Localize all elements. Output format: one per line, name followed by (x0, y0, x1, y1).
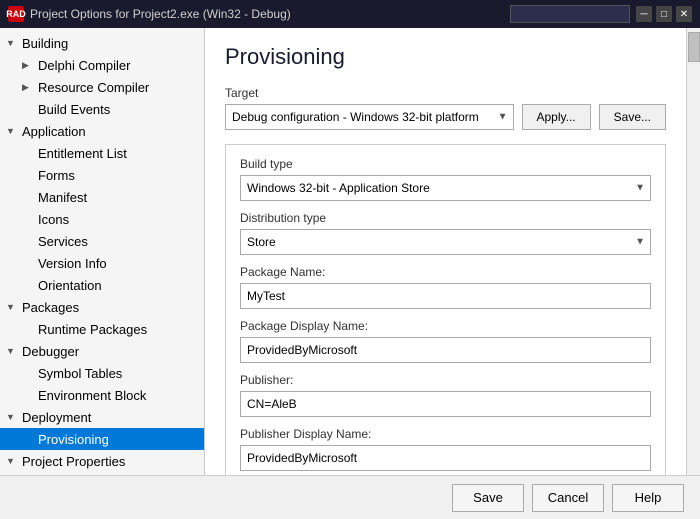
sidebar-item-version-info[interactable]: Version Info (0, 252, 204, 274)
distribution-type-dropdown[interactable]: Store (240, 229, 651, 255)
sidebar-item-label: Environment Block (38, 388, 198, 403)
sidebar-item-forms[interactable]: Forms (0, 164, 204, 186)
sidebar-item-label: Orientation (38, 278, 198, 293)
scrollbar-thumb[interactable] (688, 32, 700, 62)
sidebar-item-label: Application (22, 124, 198, 139)
sidebar-item-label: Provisioning (38, 432, 198, 447)
app-logo: RAD (8, 6, 24, 22)
sidebar-item-orientation[interactable]: Orientation (0, 274, 204, 296)
page-title: Provisioning (225, 44, 666, 70)
package-display-name-label: Package Display Name: (240, 319, 651, 333)
title-search-input[interactable] (510, 5, 630, 23)
sidebar-item-manifest[interactable]: Manifest (0, 186, 204, 208)
build-type-dropdown-container[interactable]: Windows 32-bit - Application Store ▼ (240, 175, 651, 201)
config-group: Build type Windows 32-bit - Application … (225, 144, 666, 475)
sidebar-item-build-events[interactable]: Build Events (0, 98, 204, 120)
sidebar-item-packages[interactable]: ▼Packages (0, 296, 204, 318)
chevron-icon: ▶ (22, 60, 38, 71)
content-area: Provisioning Target Debug configuration … (205, 28, 686, 475)
publisher-input[interactable] (240, 391, 651, 417)
sidebar-item-building[interactable]: ▼Building (0, 32, 204, 54)
target-label: Target (225, 86, 666, 100)
sidebar-item-icons[interactable]: Icons (0, 208, 204, 230)
sidebar-item-label: Manifest (38, 190, 198, 205)
chevron-icon: ▼ (6, 456, 22, 466)
package-name-label: Package Name: (240, 265, 651, 279)
apply-button[interactable]: Apply... (522, 104, 591, 130)
build-type-label: Build type (240, 157, 651, 171)
sidebar-item-label: Forms (38, 168, 198, 183)
sidebar-item-delphi-compiler[interactable]: ▶Delphi Compiler (0, 54, 204, 76)
help-button[interactable]: Help (612, 484, 684, 512)
save-config-button[interactable]: Save... (599, 104, 666, 130)
main-container: ▼Building▶Delphi Compiler▶Resource Compi… (0, 28, 700, 475)
chevron-icon: ▶ (22, 82, 38, 93)
sidebar-item-label: Services (38, 234, 198, 249)
sidebar-item-runtime-packages[interactable]: Runtime Packages (0, 318, 204, 340)
save-button[interactable]: Save (452, 484, 524, 512)
package-name-input[interactable] (240, 283, 651, 309)
sidebar-item-label: Runtime Packages (38, 322, 198, 337)
sidebar-item-label: Entitlement List (38, 146, 198, 161)
sidebar-item-label: Debugger (22, 344, 198, 359)
bottom-bar: Save Cancel Help (0, 475, 700, 519)
sidebar-item-resource-compiler[interactable]: ▶Resource Compiler (0, 76, 204, 98)
sidebar-item-debugger[interactable]: ▼Debugger (0, 340, 204, 362)
sidebar-item-label: Delphi Compiler (38, 58, 198, 73)
sidebar-item-application[interactable]: ▼Application (0, 120, 204, 142)
scrollbar[interactable] (686, 28, 700, 475)
close-button[interactable]: ✕ (676, 6, 692, 22)
sidebar-item-label: Resource Compiler (38, 80, 198, 95)
publisher-label: Publisher: (240, 373, 651, 387)
publisher-display-name-input[interactable] (240, 445, 651, 471)
sidebar-item-services[interactable]: Services (0, 230, 204, 252)
sidebar-item-label: Packages (22, 300, 198, 315)
sidebar-item-deployment[interactable]: ▼Deployment (0, 406, 204, 428)
sidebar-item-label: Deployment (22, 410, 198, 425)
maximize-button[interactable]: □ (656, 6, 672, 22)
cancel-button[interactable]: Cancel (532, 484, 604, 512)
chevron-icon: ▼ (6, 126, 22, 136)
title-bar: RAD Project Options for Project2.exe (Wi… (0, 0, 700, 28)
window-title: Project Options for Project2.exe (Win32 … (30, 7, 504, 21)
window-controls: ─ □ ✕ (636, 6, 692, 22)
chevron-icon: ▼ (6, 346, 22, 356)
target-dropdown[interactable]: Debug configuration - Windows 32-bit pla… (225, 104, 514, 130)
chevron-icon: ▼ (6, 302, 22, 312)
sidebar-item-symbol-tables[interactable]: Symbol Tables (0, 362, 204, 384)
chevron-icon: ▼ (6, 412, 22, 422)
sidebar-item-label: Building (22, 36, 198, 51)
sidebar-item-entitlement-list[interactable]: Entitlement List (0, 142, 204, 164)
build-type-dropdown[interactable]: Windows 32-bit - Application Store (240, 175, 651, 201)
sidebar: ▼Building▶Delphi Compiler▶Resource Compi… (0, 28, 205, 475)
distribution-type-dropdown-container[interactable]: Store ▼ (240, 229, 651, 255)
sidebar-item-label: Icons (38, 212, 198, 227)
publisher-display-name-label: Publisher Display Name: (240, 427, 651, 441)
sidebar-item-project-properties[interactable]: ▼Project Properties (0, 450, 204, 472)
sidebar-item-label: Version Info (38, 256, 198, 271)
target-dropdown-container[interactable]: Debug configuration - Windows 32-bit pla… (225, 104, 514, 130)
distribution-type-label: Distribution type (240, 211, 651, 225)
sidebar-item-label: Symbol Tables (38, 366, 198, 381)
sidebar-item-label: Project Properties (22, 454, 198, 469)
minimize-button[interactable]: ─ (636, 6, 652, 22)
target-row: Debug configuration - Windows 32-bit pla… (225, 104, 666, 130)
sidebar-item-provisioning[interactable]: Provisioning (0, 428, 204, 450)
sidebar-item-environment-block[interactable]: Environment Block (0, 384, 204, 406)
sidebar-item-getit-dependencies[interactable]: GetIt Dependencies (0, 472, 204, 475)
chevron-icon: ▼ (6, 38, 22, 48)
package-display-name-input[interactable] (240, 337, 651, 363)
sidebar-item-label: Build Events (38, 102, 198, 117)
